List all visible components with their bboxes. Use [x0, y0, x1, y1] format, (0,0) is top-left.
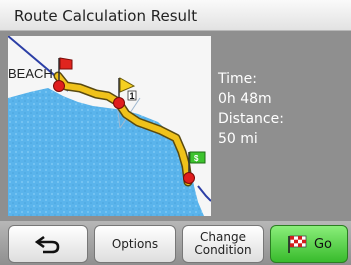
go-button[interactable]: Go	[270, 225, 348, 263]
title-bar: Route Calculation Result	[0, 0, 351, 31]
back-arrow-icon	[35, 235, 60, 254]
content-area: BEACH 1 $ Time: 0h 48m Distance: 50 mi	[0, 31, 351, 221]
route-map[interactable]: BEACH 1 $	[8, 36, 211, 216]
distance-label: Distance:	[218, 111, 284, 127]
back-button[interactable]	[8, 225, 88, 263]
go-label: Go	[313, 236, 333, 252]
options-button[interactable]: Options	[94, 225, 176, 263]
route-info: Time: 0h 48m Distance: 50 mi	[218, 69, 284, 149]
options-label: Options	[111, 236, 159, 251]
distance-value: 50 mi	[218, 131, 258, 147]
change-condition-button[interactable]: Change Condition	[182, 225, 264, 263]
checkered-flag-icon	[288, 235, 307, 253]
bottom-toolbar: Options Change Condition Go	[0, 221, 351, 265]
time-value: 0h 48m	[218, 91, 272, 107]
place-label: BEACH	[8, 66, 53, 81]
destination-marker: $	[194, 154, 199, 163]
map-canvas: BEACH 1 $	[8, 36, 211, 216]
waypoint-number: 1	[130, 91, 135, 101]
window-title: Route Calculation Result	[14, 7, 198, 25]
change-label-line2: Condition	[194, 243, 252, 257]
time-label: Time:	[218, 71, 257, 87]
